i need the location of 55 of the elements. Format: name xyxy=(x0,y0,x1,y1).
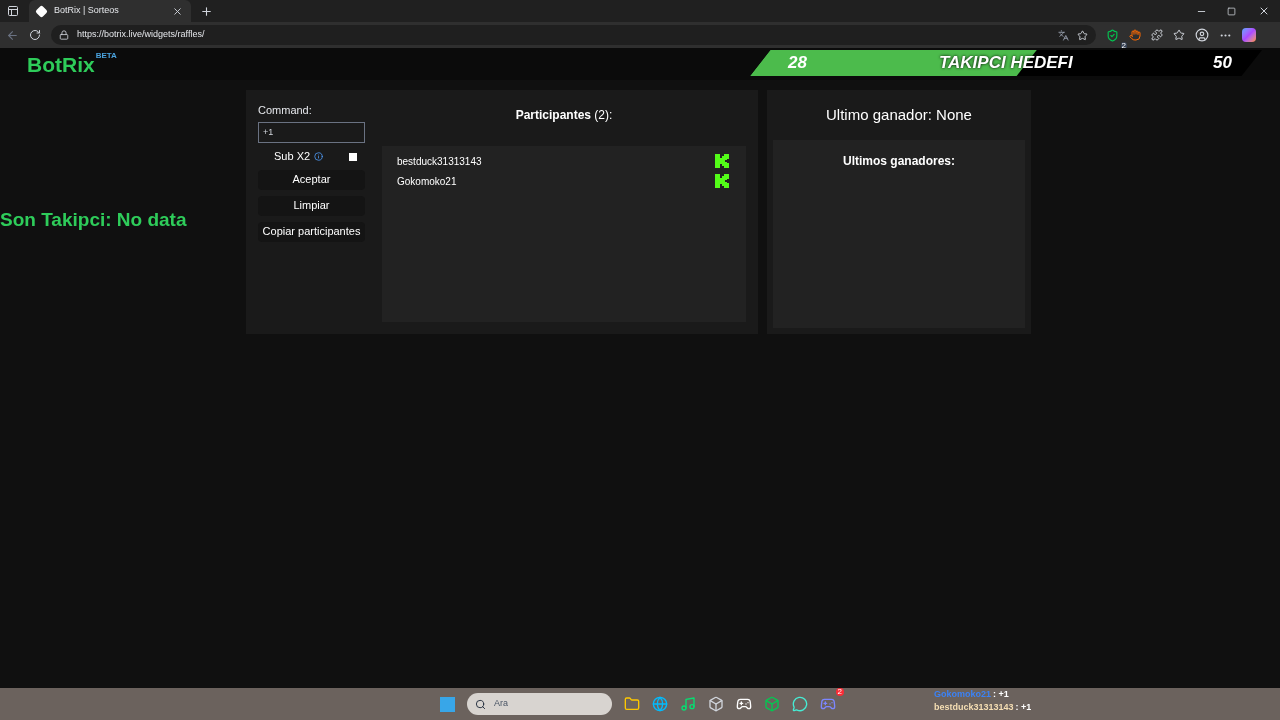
last-follower-text: Son Takipci: No data xyxy=(0,208,188,232)
winners-history-title: Ultimos ganadores: xyxy=(843,153,955,170)
command-field[interactable]: +1 xyxy=(258,121,365,143)
address-bar[interactable]: https://botrix.live/widgets/raffles/ xyxy=(51,25,1096,45)
copilot-icon[interactable] xyxy=(1242,28,1256,42)
notification-badge: 2 xyxy=(835,688,844,696)
back-icon[interactable] xyxy=(6,28,19,42)
chat-app-icon[interactable] xyxy=(792,696,808,712)
goal-target: 50 xyxy=(1213,52,1232,75)
kick-logo-icon xyxy=(715,174,729,188)
sub-x2-checkbox[interactable] xyxy=(349,152,358,161)
close-window-icon[interactable] xyxy=(1258,5,1270,17)
gamepad-icon[interactable] xyxy=(736,696,752,712)
start-icon[interactable] xyxy=(440,696,455,712)
browser-tab[interactable]: BotRix | Sorteos xyxy=(29,0,191,22)
chat-username: bestduck31313143 xyxy=(934,701,1014,714)
participants-title: Participantes (2): xyxy=(514,107,614,124)
favorites-icon[interactable] xyxy=(1173,29,1185,41)
participant-name: bestduck31313143 xyxy=(397,154,482,169)
search-icon xyxy=(475,698,486,710)
taskbar-search-field[interactable]: Ara xyxy=(467,693,612,715)
music-icon[interactable] xyxy=(680,696,696,712)
action-button[interactable]: Limpiar xyxy=(258,195,365,216)
translate-icon[interactable] xyxy=(1058,29,1069,41)
info-icon[interactable] xyxy=(314,152,324,161)
favorite-star-icon[interactable] xyxy=(1077,29,1088,41)
chat-username: Gokomoko21 xyxy=(934,688,991,701)
profile-avatar-icon[interactable] xyxy=(1195,28,1209,42)
cube-icon[interactable] xyxy=(764,696,780,712)
action-button[interactable]: Copiar participantes xyxy=(258,221,365,242)
reload-icon[interactable] xyxy=(29,29,41,41)
lock-icon xyxy=(59,30,69,40)
tab-title: BotRix | Sorteos xyxy=(54,4,120,18)
kick-logo-icon xyxy=(715,154,729,168)
brand-logo[interactable]: BotRix xyxy=(27,53,95,75)
goal-current: 28 xyxy=(788,52,807,75)
sub-x2-label: Sub X2 xyxy=(274,149,311,165)
participant-name: Gokomoko21 xyxy=(397,174,457,189)
restore-icon[interactable] xyxy=(1227,6,1236,16)
new-tab-icon[interactable] xyxy=(200,4,213,18)
close-tab-icon[interactable] xyxy=(172,5,183,17)
action-button[interactable]: Aceptar xyxy=(258,169,365,190)
beta-label: BETA xyxy=(95,49,117,62)
search-placeholder: Ara xyxy=(494,697,508,711)
chat-message: : +1 xyxy=(993,688,1009,701)
last-winner-text: Ultimo ganador: None xyxy=(826,104,972,125)
folder-icon[interactable] xyxy=(624,696,640,712)
tab-actions-icon[interactable] xyxy=(7,5,19,17)
shield-icon[interactable] xyxy=(1106,28,1119,42)
chat-message: : +1 xyxy=(1015,701,1032,714)
command-label: Command: xyxy=(258,103,313,118)
site-favicon-icon xyxy=(35,4,48,18)
url-text: https://botrix.live/widgets/raffles/ xyxy=(77,28,206,42)
browser-icon[interactable] xyxy=(652,696,668,712)
extensions-icon[interactable] xyxy=(1151,29,1163,41)
